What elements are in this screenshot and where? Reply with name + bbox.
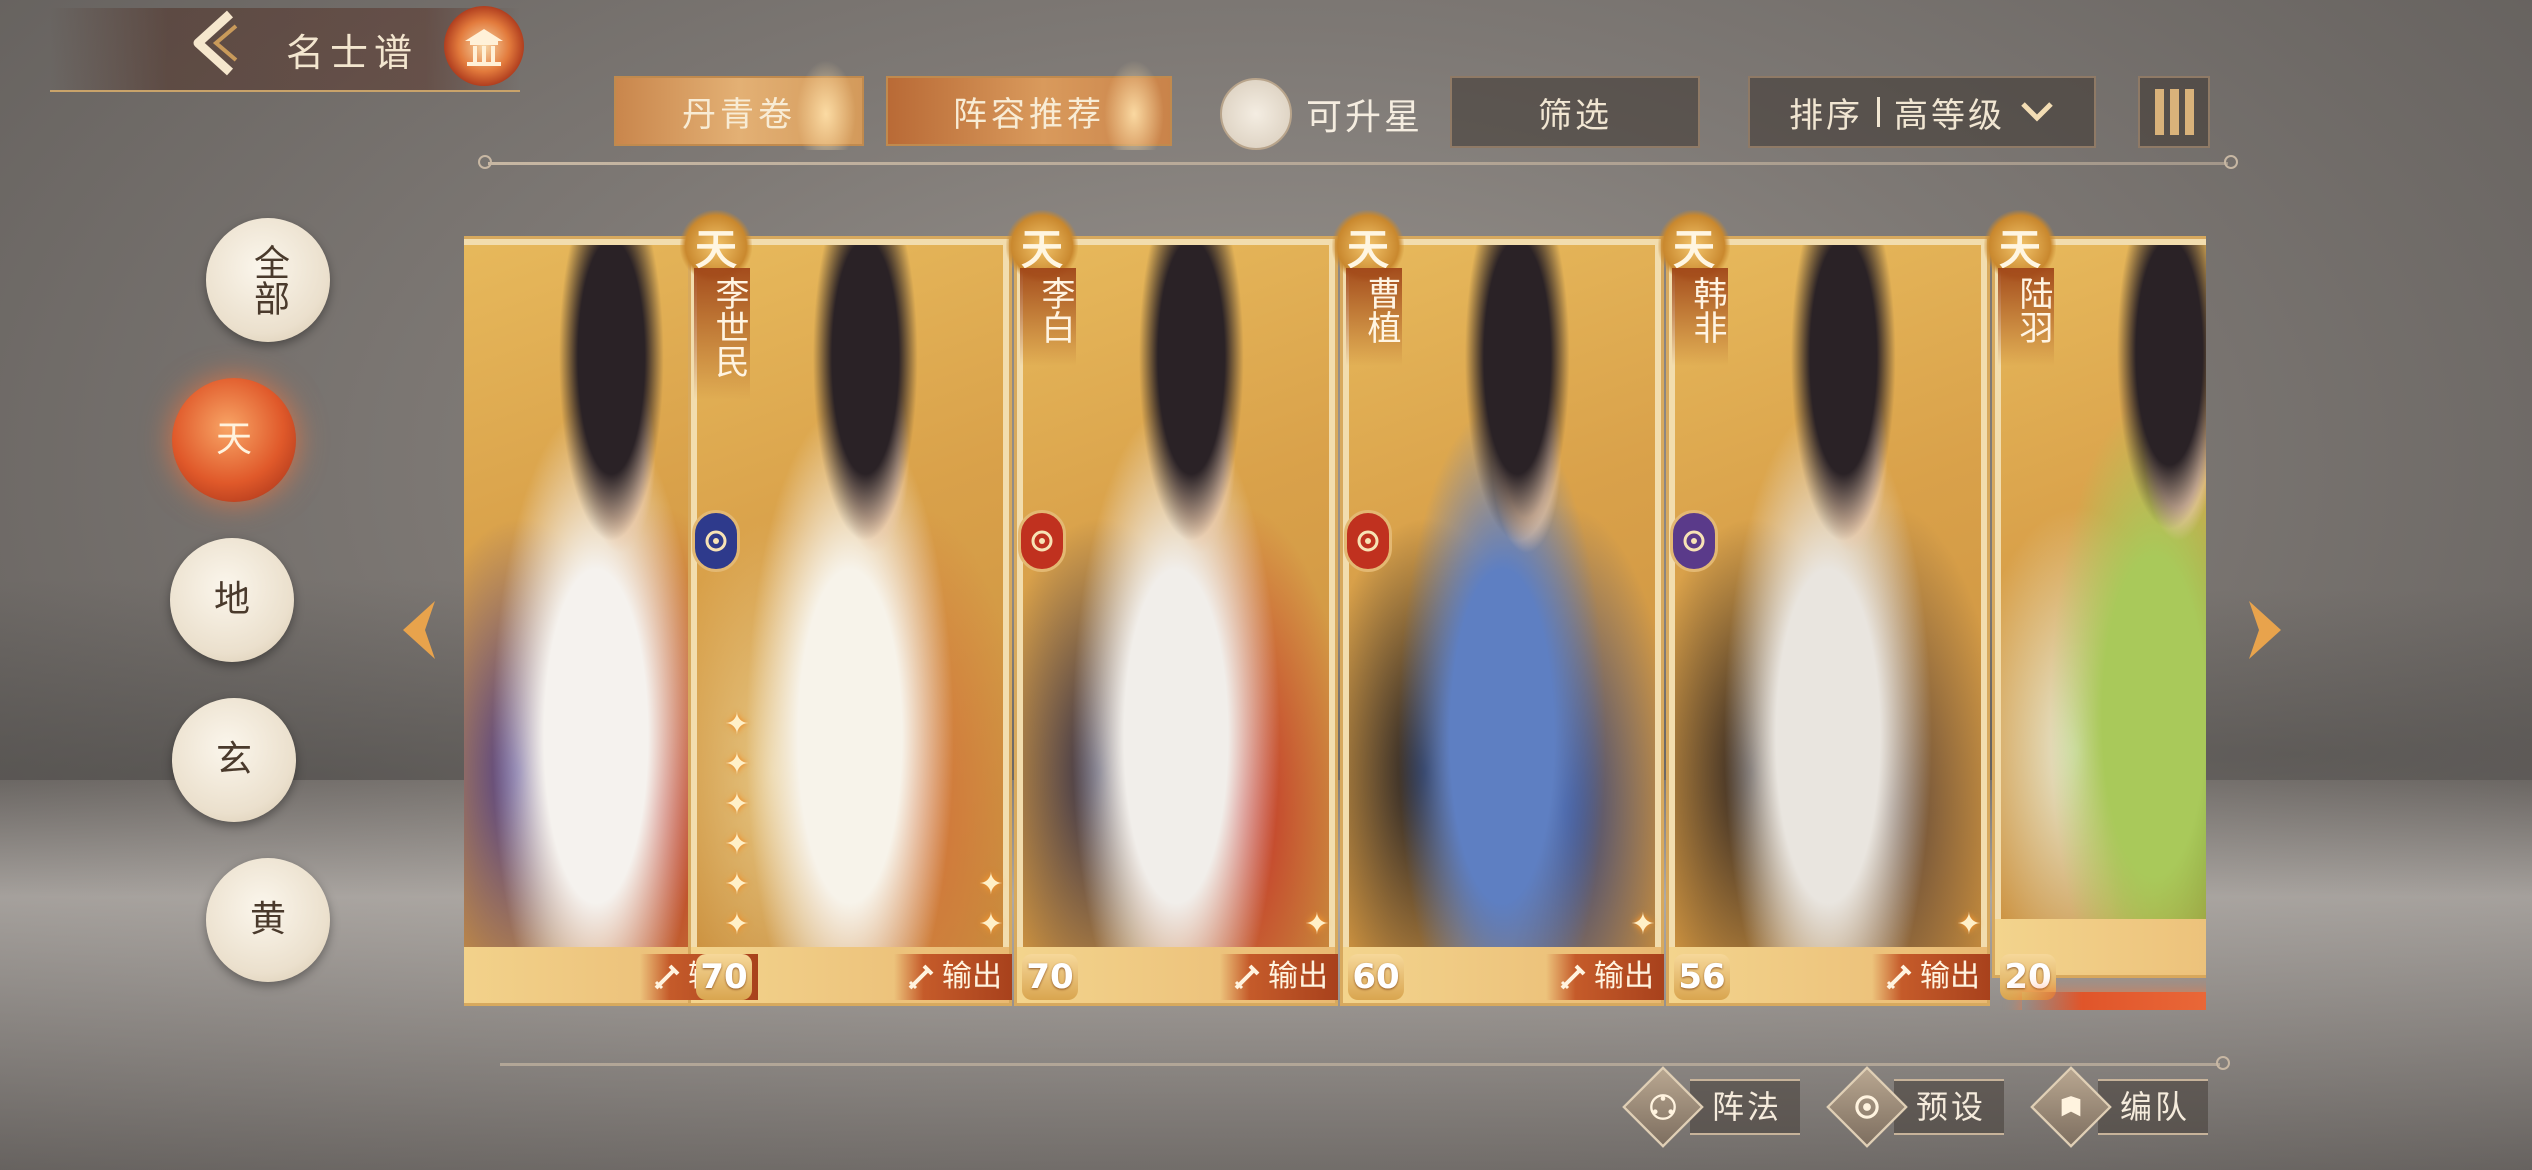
needs-ascension-button[interactable]: 需进阶 [2022, 992, 2206, 1010]
hero-name: 韩非 [1672, 268, 1728, 366]
tab-danqing-scroll[interactable]: 丹青卷 [614, 60, 864, 150]
hero-name: 李白 [1020, 268, 1076, 366]
hero-name: 曹植 [1346, 268, 1402, 366]
scroll-right-button[interactable] [2228, 590, 2298, 670]
hero-level: 70 [696, 954, 752, 1000]
sword-icon [1234, 964, 1260, 990]
divider-bottom [500, 1056, 2230, 1070]
hero-card-list: ✦✦✦✦✦✦输出 天李世民✦✦70输出 天李白✦70输出 天曹植✦60输出 天韩… [464, 210, 2206, 1010]
shield-blue-icon [692, 510, 740, 572]
tab-label: 阵容推荐 [953, 94, 1105, 135]
preset-label: 预设 [1894, 1079, 2005, 1135]
hero-role-tag: 输出 [894, 954, 1012, 1000]
figure-silhouette-icon [1104, 60, 1164, 150]
star-rating: ✦ [1628, 906, 1658, 944]
rank-label: 天 [215, 419, 252, 460]
star-icon: ✦ [724, 707, 750, 742]
hero-name: 陆羽 [1998, 268, 2054, 366]
rank-label: 黄 [249, 899, 286, 940]
divider-top [478, 155, 2238, 169]
formation-label: 阵法 [1690, 1079, 1801, 1135]
hero-card[interactable]: 天陆羽20需进阶 [1984, 210, 2206, 1010]
star-rating: ✦ [1954, 906, 1984, 944]
star-icon: ✦ [724, 867, 750, 902]
sort-label: 排序 [1789, 95, 1863, 136]
hero-level: 70 [1022, 954, 1078, 1000]
back-arrow-icon [193, 10, 238, 76]
hero-role-tag: 输出 [1872, 954, 1990, 1000]
rank-filter-tian[interactable]: 天 [172, 378, 296, 502]
tab-lineup-recommend[interactable]: 阵容推荐 [886, 60, 1172, 150]
tab-label: 丹青卷 [682, 94, 796, 135]
hero-role-label: 输出 [1594, 959, 1654, 994]
team-label: 编队 [2098, 1079, 2209, 1135]
star-icon: ✦ [1956, 907, 1982, 942]
star-rating: ✦ ✦ ✦ ✦ ✦ ✦ [722, 706, 752, 944]
ink-lamp-icon [796, 60, 856, 150]
hero-role-tag: 输出 [1220, 954, 1338, 1000]
rank-filter-huang[interactable]: 黄 [206, 858, 330, 982]
scroll-left-button[interactable] [386, 590, 456, 670]
star-icon: ✦ [1304, 907, 1330, 942]
star-icon: ✦ [978, 867, 1004, 902]
sword-icon [654, 964, 680, 990]
hero-role-label: 输出 [942, 959, 1002, 994]
star-icon: ✦ [978, 907, 1004, 942]
rank-filter-di[interactable]: 地 [170, 538, 294, 662]
view-bar-icon [2154, 89, 2164, 135]
hero-role-tag: 输出 [1546, 954, 1664, 1000]
hero-level: 60 [1348, 954, 1404, 1000]
sort-dropdown[interactable]: 排序 高等级 [1748, 76, 2096, 148]
hero-role-label: 输出 [1268, 959, 1328, 994]
star-rating: ✦ ✦ [976, 866, 1006, 944]
preset-button[interactable]: 预设 [1826, 1066, 2005, 1148]
flame-red-icon [1344, 510, 1392, 572]
hero-name: 李世民 [694, 268, 750, 400]
formation-icon [1650, 1094, 1676, 1120]
back-button[interactable] [170, 4, 260, 82]
flame-red-icon [1018, 510, 1066, 572]
rank-label: 玄 [215, 739, 252, 780]
pavilion-emblem-icon [444, 6, 524, 86]
arrow-right-icon [2249, 601, 2281, 659]
hero-card[interactable]: 天曹植 ✦ 60 输出 [1332, 210, 1664, 1006]
arrow-left-icon [403, 601, 435, 659]
formation-button[interactable]: 阵法 [1622, 1066, 1801, 1148]
star-icon: ✦ [1630, 907, 1656, 942]
preset-icon [1855, 1095, 1879, 1119]
view-mode-button[interactable] [2138, 76, 2210, 148]
star-rating: ✦ [1302, 906, 1332, 944]
rank-label: 地 [213, 579, 250, 620]
team-button[interactable]: 编队 [2030, 1066, 2209, 1148]
hero-card[interactable]: 天李白 ✦ 70 输出 [1006, 210, 1338, 1006]
sword-icon [1560, 964, 1586, 990]
hero-role-label: 输出 [1920, 959, 1980, 994]
chevron-down-icon [2021, 102, 2053, 122]
rank-filter-all[interactable]: 全部 [206, 218, 330, 342]
sword-icon [908, 964, 934, 990]
star-icon: ✦ [724, 787, 750, 822]
filter-button[interactable]: 筛选 [1450, 76, 1700, 148]
filter-label: 筛选 [1538, 95, 1612, 136]
hero-level: 56 [1674, 954, 1730, 1000]
sword-icon [1886, 964, 1912, 990]
star-icon: ✦ [724, 747, 750, 782]
hero-card[interactable]: 天韩非 ✦ 56 输出 [1658, 210, 1990, 1006]
star-upgrade-label: 可升星 [1306, 97, 1424, 138]
view-bar-icon [2169, 89, 2179, 135]
page-title: 名士谱 [286, 31, 419, 75]
team-icon [2061, 1096, 2081, 1117]
star-upgrade-toggle[interactable] [1220, 78, 1292, 150]
rank-filter-xuan[interactable]: 玄 [172, 698, 296, 822]
star-icon: ✦ [724, 907, 750, 942]
star-icon: ✦ [724, 827, 750, 862]
sort-value: 高等级 [1894, 95, 2005, 136]
rank-label: 全部 [248, 244, 289, 316]
shield-purple-icon [1670, 510, 1718, 572]
view-bar-icon [2184, 89, 2194, 135]
sort-divider [1877, 97, 1880, 127]
